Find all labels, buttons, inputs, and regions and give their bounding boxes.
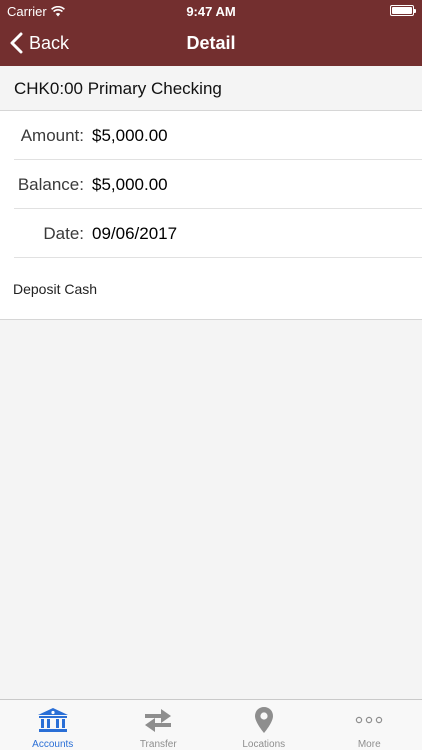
detail-row-date: Date: 09/06/2017 [0, 209, 422, 258]
amount-value: $5,000.00 [92, 126, 168, 145]
status-time: 9:47 AM [186, 4, 236, 19]
tab-accounts[interactable]: Accounts [0, 700, 106, 750]
more-dots-icon [352, 705, 386, 735]
tab-transfer-label: Transfer [139, 739, 177, 750]
status-bar: Carrier 9:47 AM [0, 0, 422, 22]
transaction-description: Deposit Cash [13, 281, 98, 297]
date-label: Date: [43, 224, 84, 243]
map-pin-icon [247, 705, 281, 735]
balance-value: $5,000.00 [92, 175, 168, 194]
balance-label: Balance: [17, 175, 84, 194]
tab-more[interactable]: More [317, 700, 422, 750]
navigation-bar: Carrier 9:47 AM Back Detail [0, 0, 422, 66]
tab-locations[interactable]: Locations [211, 700, 317, 750]
tab-accounts-label: Accounts [32, 739, 74, 750]
tab-bar: Accounts Transfer Locations More [0, 699, 422, 750]
account-header: CHK0:00 Primary Checking [0, 66, 422, 111]
detail-row-amount: Amount: $5,000.00 [0, 111, 422, 160]
amount-label: Amount: [20, 126, 84, 145]
transfer-arrows-icon [141, 705, 175, 735]
transaction-detail-card: Amount: $5,000.00 Balance: $5,000.00 Dat… [0, 111, 422, 320]
date-value: 09/06/2017 [92, 224, 178, 243]
battery-icon [390, 5, 416, 16]
page-title: Detail [186, 33, 236, 53]
bank-icon [36, 705, 70, 735]
tab-more-label: More [357, 739, 381, 750]
detail-row-balance: Balance: $5,000.00 [0, 160, 422, 209]
tab-locations-label: Locations [242, 739, 286, 750]
tab-transfer[interactable]: Transfer [106, 700, 212, 750]
